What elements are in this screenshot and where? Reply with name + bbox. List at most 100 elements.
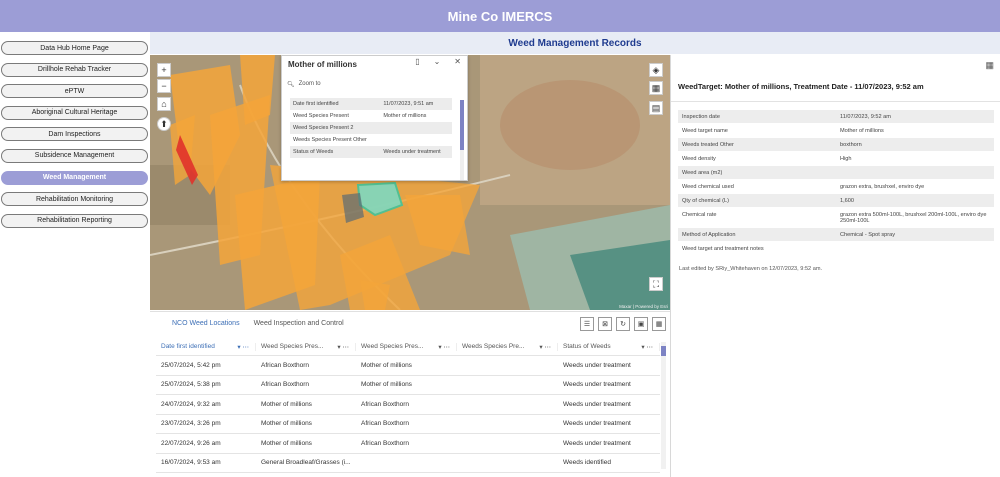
feature-popup: Mother of millions ▯ ⌄ ✕ 🔍︎ Zoom to Date… xyxy=(281,55,468,181)
popup-row-label: Weed Species Present xyxy=(293,113,349,119)
detail-label: Method of Application xyxy=(678,227,836,242)
sidebar-item-rehabilitation-reporting[interactable]: Rehabilitation Reporting xyxy=(1,213,148,228)
column-header[interactable]: Weed Species Pres... ▾ ⋯ xyxy=(256,343,356,351)
detail-value: boxthorn xyxy=(836,137,994,152)
app-header: Mine Co IMERCS xyxy=(0,0,1000,32)
table-cell: 25/07/2024, 5:42 pm xyxy=(161,361,221,369)
table-cell: Weeds under treatment xyxy=(563,439,631,447)
table-scrollbar[interactable] xyxy=(661,342,666,469)
export-button[interactable]: ▣ xyxy=(634,317,648,331)
detail-value xyxy=(836,165,994,180)
column-header[interactable]: Date first identified ▾ ⋯ xyxy=(156,343,256,351)
tab-weed-inspection-and-control[interactable]: Weed Inspection and Control xyxy=(254,320,344,327)
detail-label: Chemical rate xyxy=(678,207,836,228)
sort-desc-icon[interactable]: ▾ ⋯ xyxy=(237,343,249,351)
popup-row: Status of Weeds Weeds under treatment xyxy=(290,146,452,158)
table-scroll-thumb[interactable] xyxy=(661,346,666,356)
popup-row: Weed Species Present 2 xyxy=(290,122,452,134)
detail-row: Weed target and treatment notes xyxy=(678,241,994,256)
table-row[interactable]: 22/07/2024, 9:26 am Mother of millions A… xyxy=(156,434,660,454)
column-header-label: Status of Weeds xyxy=(563,343,611,350)
table-options-button[interactable]: ▦ xyxy=(652,317,666,331)
column-header[interactable]: Status of Weeds ▾ ⋯ xyxy=(558,343,660,351)
detail-row: Chemical rate grazon extra 500ml-100L, br… xyxy=(678,207,994,228)
detail-row: Weed density High xyxy=(678,151,994,166)
detail-row: Weed target name Mother of millions xyxy=(678,123,994,138)
grid-icon: ▦ xyxy=(651,82,661,93)
fullscreen-icon: ⛶ xyxy=(652,278,660,289)
zoom-out-button[interactable]: − xyxy=(157,79,171,93)
popup-title: Mother of millions xyxy=(288,60,357,69)
export-icon: ▣ xyxy=(637,321,645,328)
table-cell: Mother of millions xyxy=(361,361,412,369)
map-attribution: Maxar | Powered by Esri xyxy=(619,304,668,309)
clear-selection-button[interactable]: ⊠ xyxy=(598,317,612,331)
column-header[interactable]: Weeds Species Pre... ▾ ⋯ xyxy=(457,343,558,351)
weed-area-polygon xyxy=(360,280,390,310)
weed-area-polygon xyxy=(240,55,275,125)
table-cell: 25/07/2024, 5:38 pm xyxy=(161,381,221,389)
sidebar-item-aboriginal-cultural-heritage[interactable]: Aboriginal Cultural Heritage xyxy=(1,105,148,120)
sidebar-item-rehabilitation-monitoring[interactable]: Rehabilitation Monitoring xyxy=(1,192,148,207)
terrain-pit xyxy=(500,80,640,170)
table-row[interactable]: 25/07/2024, 5:42 pm African Boxthorn Mot… xyxy=(156,356,660,376)
attribute-table-panel: NCO Weed Locations Weed Inspection and C… xyxy=(150,311,670,477)
page-title: Weed Management Records xyxy=(508,37,642,49)
sidebar-item-subsidence-management[interactable]: Subsidence Management xyxy=(1,148,148,163)
sidebar-item-data-hub-home[interactable]: Data Hub Home Page xyxy=(1,41,148,55)
print-icon: ▤ xyxy=(651,102,661,113)
fullscreen-button[interactable]: ⛶ xyxy=(649,277,663,291)
sidebar-item-eptw[interactable]: ePTW xyxy=(1,84,148,99)
layers-button[interactable]: ◈ xyxy=(649,63,663,77)
collapse-icon[interactable]: ⌄ xyxy=(434,57,441,66)
map-view[interactable]: + − ⌂ ⬆ ◈ ▦ ▤ ⛶ Maxar | Powered by Esri … xyxy=(150,55,670,310)
column-menu-icon[interactable]: ▾ ⋯ xyxy=(641,343,653,351)
table-cell: Weeds under treatment xyxy=(563,361,631,369)
column-menu-icon[interactable]: ▾ ⋯ xyxy=(539,343,551,351)
column-menu-icon[interactable]: ▾ ⋯ xyxy=(438,343,450,351)
table-row[interactable]: 16/07/2024, 9:53 am General Broadleaf/Gr… xyxy=(156,454,660,473)
popup-row: Weed Species Present Mother of millions xyxy=(290,110,452,122)
table-header: Date first identified ▾ ⋯ Weed Species Pr… xyxy=(156,339,660,356)
grid-icon[interactable]: ▦ xyxy=(985,60,994,71)
show-selection-button[interactable]: ☰ xyxy=(580,317,594,331)
grid-icon: ▦ xyxy=(655,321,663,328)
magnifier-icon: 🔍︎ xyxy=(287,82,295,88)
column-header[interactable]: Weed Species Pres... ▾ ⋯ xyxy=(356,343,457,351)
feature-detail-panel: ▦ WeedTarget: Mother of millions, Treatm… xyxy=(670,55,1000,477)
home-button[interactable]: ⌂ xyxy=(157,97,171,111)
popup-row-value: Mother of millions xyxy=(383,113,427,119)
table-row[interactable]: 25/07/2024, 5:38 pm African Boxthorn Mot… xyxy=(156,376,660,395)
compass-icon: ⬆ xyxy=(160,118,168,129)
column-header-label: Date first identified xyxy=(161,343,215,350)
popup-scrollbar[interactable] xyxy=(460,100,464,180)
column-header-label: Weed Species Pres... xyxy=(361,343,424,350)
detail-label: Qty of chemical (L) xyxy=(678,193,836,208)
print-button[interactable]: ▤ xyxy=(649,101,663,115)
basemap-gallery-button[interactable]: ▦ xyxy=(649,81,663,95)
zoom-in-button[interactable]: + xyxy=(157,63,171,77)
column-menu-icon[interactable]: ▾ ⋯ xyxy=(337,343,349,351)
table-row[interactable]: 24/07/2024, 9:32 am Mother of millions A… xyxy=(156,395,660,415)
table-cell: African Boxthorn xyxy=(361,439,410,447)
popup-scroll-thumb[interactable] xyxy=(460,100,464,150)
detail-label: Weed target name xyxy=(678,123,836,138)
detail-row: Weed area (m2) xyxy=(678,165,994,180)
table-row[interactable]: 23/07/2024, 3:26 pm Mother of millions A… xyxy=(156,415,660,434)
detail-value: High xyxy=(836,151,994,166)
detail-value: Chemical - Spot spray xyxy=(836,227,994,242)
zoom-to-button[interactable]: 🔍︎ Zoom to xyxy=(287,81,321,88)
tab-nco-weed-locations[interactable]: NCO Weed Locations xyxy=(172,320,240,327)
refresh-button[interactable]: ↻ xyxy=(616,317,630,331)
list-icon: ☰ xyxy=(583,321,591,328)
popup-row-value: 11/07/2023, 9:51 am xyxy=(380,98,452,110)
sidebar-item-weed-management[interactable]: Weed Management xyxy=(1,170,148,185)
sidebar-item-drillhole-rehab-tracker[interactable]: Drillhole Rehab Tracker xyxy=(1,62,148,77)
dock-icon[interactable]: ▯ xyxy=(415,57,419,66)
popup-attributes: Date first identified 11/07/2023, 9:51 a… xyxy=(290,98,452,158)
close-icon[interactable]: ✕ xyxy=(454,57,461,66)
popup-actions: ▯ ⌄ ✕ xyxy=(415,57,461,66)
compass-button[interactable]: ⬆ xyxy=(157,117,171,131)
sidebar-item-dam-inspections[interactable]: Dam Inspections xyxy=(1,127,148,142)
table-cell: General Broadleaf/Grasses (i... xyxy=(261,459,351,467)
